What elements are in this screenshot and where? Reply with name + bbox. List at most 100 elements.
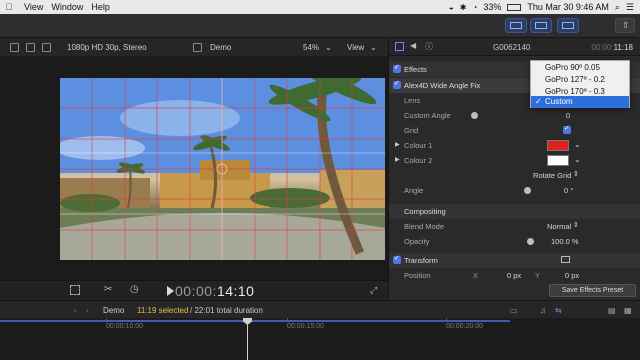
project-title: Demo	[210, 43, 232, 52]
viewer	[0, 56, 388, 280]
colour2-label: Colour 2	[404, 156, 433, 165]
clip-settings-icon[interactable]: ▦	[624, 306, 632, 315]
video-frame[interactable]	[60, 78, 385, 260]
show-inspector-button[interactable]	[557, 18, 579, 33]
zoom-menu[interactable]: 54%	[303, 43, 319, 52]
clock[interactable]: Thu Mar 30 9:46 AM	[527, 2, 609, 12]
notification-center-icon[interactable]: ☰	[626, 2, 634, 13]
info-inspector-tab-icon[interactable]: ⓘ	[425, 41, 433, 52]
speed-menu-icon[interactable]: ◷	[130, 284, 139, 295]
compositing-label: Compositing	[404, 207, 446, 216]
timecode-prefix: 00:00:	[175, 283, 217, 299]
rotate-grid-row: Rotate Grid ⇕	[389, 168, 640, 183]
grid-checkbox[interactable]	[563, 124, 571, 134]
play-button[interactable]	[167, 286, 174, 296]
clip-duration: 00:00:11:18	[591, 43, 633, 52]
selection-duration: 11:19 selected	[137, 306, 189, 315]
view-chevron-icon[interactable]: ⌄	[370, 43, 377, 52]
list-view-icon[interactable]	[42, 43, 51, 52]
transform-tool-icon[interactable]	[70, 285, 80, 295]
blend-mode-menu[interactable]: Normal	[547, 222, 571, 231]
lens-option-custom[interactable]: ✓ Custom	[531, 96, 629, 108]
colour1-row: ▶ Colour 1 ⌄	[389, 138, 640, 153]
custom-angle-value[interactable]: 0	[566, 111, 570, 120]
compositing-section[interactable]: Compositing	[389, 204, 640, 219]
menu-window[interactable]: Window	[51, 2, 83, 12]
colour1-chevron-icon[interactable]: ⌄	[574, 140, 581, 149]
lens-option-gopro-127[interactable]: GoPro 127º - 0.2	[531, 74, 629, 86]
show-browser-button[interactable]	[505, 18, 527, 33]
position-y-label: Y	[535, 271, 541, 280]
menu-help[interactable]: Help	[91, 2, 110, 12]
search-icon[interactable]: ⌕	[615, 2, 620, 13]
snapping-icon[interactable]: ⇆	[555, 306, 562, 315]
tools-menu-icon[interactable]: ✂	[104, 284, 112, 295]
timeline-view-icon[interactable]: ▤	[608, 306, 616, 315]
checkmark-icon: ✓	[535, 97, 542, 106]
playhead[interactable]	[247, 318, 248, 360]
position-y-value[interactable]: 0 px	[565, 271, 579, 280]
back-arrow-icon[interactable]: ‹	[74, 306, 77, 315]
angle-dial[interactable]	[524, 187, 531, 194]
custom-angle-slider[interactable]	[471, 112, 478, 119]
colour1-swatch[interactable]	[547, 140, 569, 151]
app-toolbar: ⇧	[0, 14, 640, 38]
apple-menu-icon[interactable]: 	[2, 2, 16, 12]
format-label: 1080p HD 30p, Stereo	[67, 43, 147, 52]
effect-enable-checkbox[interactable]	[393, 79, 401, 89]
opacity-label: Opacity	[404, 237, 430, 246]
colour2-swatch[interactable]	[547, 155, 569, 166]
position-row: Position X 0 px Y 0 px	[389, 268, 640, 283]
share-button[interactable]: ⇧	[615, 18, 635, 33]
viewer-header: 1080p HD 30p, Stereo Demo 54% ⌄ View ⌄	[0, 38, 388, 56]
lens-dropdown-menu[interactable]: GoPro 90º 0.05 GoPro 127º - 0.2 GoPro 17…	[530, 60, 630, 108]
clip-appearance-icon[interactable]	[10, 43, 19, 52]
transform-checkbox[interactable]	[393, 254, 401, 264]
timeline-ruler[interactable]: 00:00:10:00 00:00:15:00 00:00:20:00	[0, 318, 640, 360]
transform-onscreen-icon[interactable]	[561, 256, 570, 263]
disclosure-triangle-icon[interactable]: ▶	[395, 156, 400, 163]
opacity-row: Opacity 100.0 %	[389, 234, 640, 249]
menu-bar:  View Window Help ◒ ✱ ◔ 33% Thu Mar 30 …	[0, 0, 640, 14]
ruler-label: 00:00:15:00	[287, 323, 324, 330]
ruler-label: 00:00:10:00	[106, 323, 143, 330]
effects-checkbox[interactable]	[393, 63, 401, 73]
custom-angle-row: Custom Angle 0	[389, 108, 640, 123]
zoom-chevron-icon[interactable]: ⌄	[325, 43, 332, 52]
show-timeline-button[interactable]	[530, 18, 552, 33]
fullscreen-icon[interactable]: ⤢	[370, 285, 377, 296]
wifi-icon[interactable]: ◔	[472, 3, 477, 12]
colour2-row: ▶ Colour 2 ⌄	[389, 153, 640, 168]
menu-view[interactable]: View	[24, 2, 43, 12]
timeline-range-bar	[0, 320, 510, 322]
opacity-slider[interactable]	[527, 238, 534, 245]
position-x-value[interactable]: 0 px	[507, 271, 521, 280]
angle-row: Angle 0 °	[389, 183, 640, 198]
battery-icon[interactable]	[507, 3, 522, 11]
colour2-chevron-icon[interactable]: ⌄	[574, 155, 581, 164]
disclosure-triangle-icon[interactable]: ▶	[395, 141, 400, 148]
blend-mode-row: Blend Mode Normal ⇕	[389, 219, 640, 234]
lens-option-gopro-90[interactable]: GoPro 90º 0.05	[531, 62, 629, 74]
video-inspector-tab-icon[interactable]	[395, 42, 404, 51]
transform-section[interactable]: Transform	[389, 253, 640, 268]
clip-appearance-icon[interactable]: ▭	[510, 306, 518, 315]
audio-inspector-tab-icon[interactable]: ◀	[410, 41, 416, 50]
rotate-grid-stepper-icon[interactable]: ⇕	[573, 170, 579, 178]
forward-arrow-icon[interactable]: ›	[86, 306, 89, 315]
grid-row: Grid	[389, 123, 640, 138]
bluetooth-icon[interactable]: ✱	[460, 3, 467, 12]
angle-value[interactable]: 0 °	[564, 186, 573, 195]
timecode-display[interactable]: 00:00:14:10	[175, 283, 254, 299]
filmstrip-icon[interactable]	[26, 43, 35, 52]
save-effects-preset-button[interactable]: Save Effects Preset	[549, 284, 636, 297]
view-menu[interactable]: View	[347, 43, 364, 52]
opacity-value[interactable]: 100.0 %	[551, 237, 579, 246]
battery-percent[interactable]: 33%	[483, 2, 501, 12]
status-icon[interactable]: ◒	[449, 3, 454, 12]
blend-mode-stepper-icon[interactable]: ⇕	[573, 221, 579, 229]
angle-label: Angle	[404, 186, 424, 195]
audio-skimming-icon[interactable]: ♫	[540, 306, 546, 315]
rotate-grid-menu[interactable]: Rotate Grid	[533, 171, 571, 180]
total-duration: / 22:01 total duration	[190, 306, 263, 315]
